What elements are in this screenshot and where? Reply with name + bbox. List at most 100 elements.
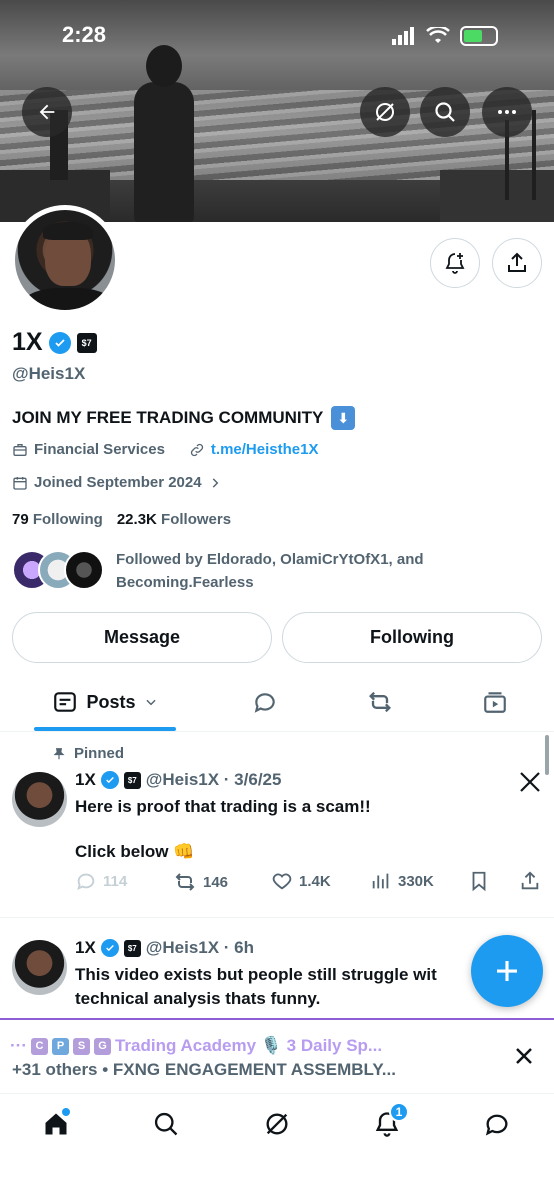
- avatar: [64, 550, 104, 590]
- x-logo-icon: [520, 772, 540, 792]
- followers-stat[interactable]: 22.3K Followers: [117, 511, 231, 528]
- status-time: 2:28: [62, 22, 107, 47]
- nav-notifications[interactable]: 1: [371, 1102, 409, 1140]
- profile-avatar[interactable]: [10, 205, 120, 315]
- post-avatar[interactable]: [12, 772, 67, 827]
- back-button[interactable]: [22, 87, 72, 137]
- wifi-icon: [426, 27, 450, 43]
- heart-icon: [272, 873, 292, 890]
- battery-icon: [460, 26, 498, 46]
- space-emoji-icon: P: [51, 1037, 69, 1055]
- post-avatar[interactable]: [12, 940, 67, 995]
- space-emoji-icon: C: [30, 1037, 48, 1055]
- post-meta: @Heis1X · 3/6/25: [145, 770, 282, 789]
- grok-button[interactable]: [360, 87, 410, 137]
- post-divider: [0, 917, 554, 918]
- grok-icon: [266, 1113, 288, 1135]
- reply-icon: [254, 693, 275, 713]
- media-icon: [484, 692, 506, 713]
- chevron-down-icon: [145, 699, 156, 706]
- spaces-subtitle: +31 others • FXNG ENGAGEMENT ASSEMBLY...: [12, 1060, 396, 1079]
- views-action[interactable]: 330K: [370, 870, 434, 892]
- tab-posts[interactable]: Posts: [34, 672, 176, 732]
- home-unread-dot: [62, 1108, 70, 1116]
- banner-person-head: [146, 45, 182, 87]
- share-action[interactable]: [519, 870, 541, 892]
- tab-reposts[interactable]: [355, 672, 405, 732]
- profile-bio: JOIN MY FREE TRADING COMMUNITY ⬇: [12, 406, 356, 430]
- bell-plus-icon: [445, 253, 465, 274]
- post-author-name[interactable]: 1X: [75, 770, 96, 790]
- link-icon: [190, 443, 204, 456]
- profile-tabs: Posts: [0, 672, 554, 732]
- post-author-name[interactable]: 1X: [75, 938, 96, 958]
- scrollbar[interactable]: [545, 735, 549, 775]
- post-meta: @Heis1X · 6h: [145, 938, 255, 957]
- plus-icon: [497, 961, 517, 981]
- more-button[interactable]: [482, 87, 532, 137]
- spaces-bar[interactable]: ··· C P S G Trading Academy 🎙️ 3 Daily S…: [0, 1018, 554, 1092]
- nav-search[interactable]: [150, 1108, 182, 1140]
- profile-name: 1X: [12, 328, 43, 356]
- reply-action[interactable]: 114: [75, 870, 127, 892]
- calendar-icon: [13, 476, 27, 490]
- posts-icon: [54, 692, 77, 712]
- post-actions: 114 146 1.4K 330K: [75, 870, 545, 896]
- tab-posts-label: Posts: [86, 691, 136, 712]
- close-spaces-button[interactable]: [512, 1044, 536, 1073]
- spaces-title: Trading Academy 🎙️ 3 Daily Sp...: [114, 1036, 383, 1055]
- verified-badge-icon[interactable]: [48, 331, 71, 354]
- affiliate-badge-icon: $7: [123, 771, 141, 789]
- post-text-line: Click below 👊: [75, 842, 195, 861]
- verified-badge-icon: [100, 939, 119, 957]
- tab-replies[interactable]: [240, 672, 290, 732]
- bottom-nav: 1: [0, 1093, 554, 1200]
- search-icon: [154, 1112, 178, 1136]
- joined-row[interactable]: Joined September 2024: [12, 474, 222, 491]
- share-icon: [508, 252, 526, 272]
- tab-media[interactable]: [470, 672, 520, 732]
- message-button[interactable]: Message: [12, 612, 272, 663]
- briefcase-icon: [13, 443, 27, 456]
- followed-by[interactable]: Followed by Eldorado, OlamiCrYtOfX1, and…: [12, 548, 476, 594]
- more-icon: [498, 110, 516, 114]
- followed-by-text: Followed by Eldorado, OlamiCrYtOfX1, and…: [116, 551, 424, 591]
- following-stat[interactable]: 79 Following: [12, 511, 103, 528]
- profile-category: Financial Services: [34, 441, 165, 458]
- nav-messages[interactable]: [481, 1108, 513, 1140]
- affiliate-badge-icon[interactable]: $7: [76, 332, 97, 353]
- bio-text: JOIN MY FREE TRADING COMMUNITY: [12, 408, 324, 427]
- like-action[interactable]: 1.4K: [271, 870, 331, 892]
- grok-icon: [376, 103, 394, 121]
- repost-icon: [175, 873, 195, 891]
- following-button[interactable]: Following: [282, 612, 542, 663]
- post-text-line: This video exists but people still strug…: [75, 965, 437, 984]
- nav-grok[interactable]: [261, 1108, 293, 1140]
- bookmark-action[interactable]: [468, 870, 490, 892]
- search-icon: [435, 102, 455, 122]
- chevron-right-icon: [212, 477, 218, 488]
- pin-icon: [53, 747, 65, 759]
- notification-badge: 1: [389, 1102, 409, 1122]
- nav-home[interactable]: [40, 1108, 72, 1140]
- repost-icon: [369, 691, 391, 713]
- compose-button[interactable]: [471, 935, 543, 1007]
- affiliate-badge-icon: $7: [123, 939, 141, 957]
- banner-sea: [0, 90, 554, 180]
- close-icon: [516, 1048, 532, 1064]
- profile-link[interactable]: t.me/Heisthe1X: [211, 441, 319, 458]
- reply-icon: [77, 873, 95, 891]
- views-count: 330K: [398, 872, 434, 890]
- messages-icon: [485, 1114, 508, 1136]
- profile-name-row: 1X $7: [12, 328, 97, 357]
- tab-active-indicator: [34, 727, 176, 731]
- repost-action[interactable]: 146: [173, 870, 228, 894]
- profile-handle: @Heis1X: [12, 364, 86, 383]
- share-icon: [521, 871, 539, 890]
- share-button[interactable]: [492, 238, 542, 288]
- bookmark-icon: [472, 871, 486, 892]
- notify-button[interactable]: [430, 238, 480, 288]
- search-button[interactable]: [420, 87, 470, 137]
- followed-by-avatars: [12, 550, 104, 592]
- views-icon: [372, 873, 389, 889]
